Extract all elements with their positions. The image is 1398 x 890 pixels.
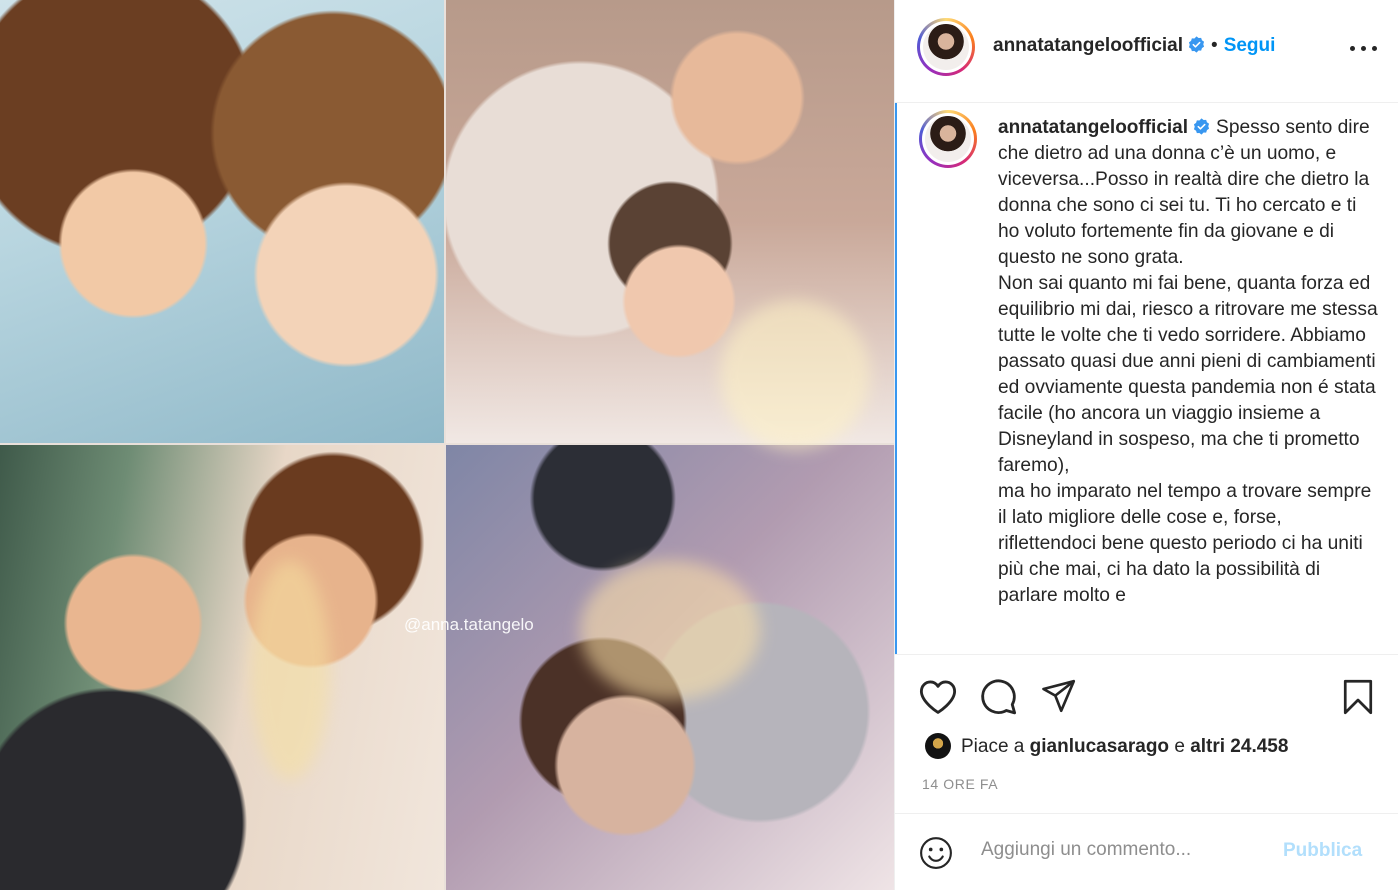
caption-paragraph: Non sai quanto mi fai bene, quanta forza… xyxy=(998,273,1378,476)
caption-area[interactable]: annatatangeloofficial Spesso sento dire c… xyxy=(895,103,1398,654)
liker-username[interactable]: gianlucasarago xyxy=(1030,736,1169,757)
publish-button[interactable]: Pubblica xyxy=(1283,840,1362,862)
share-icon[interactable] xyxy=(1041,679,1077,713)
action-bar: Piace a gianlucasarago e altri 24.458 14… xyxy=(895,654,1398,814)
verified-badge-icon xyxy=(1193,118,1210,135)
follow-button[interactable]: Segui xyxy=(1224,35,1276,56)
verified-badge-icon xyxy=(1188,36,1205,53)
post-sidebar: annatatangeloofficial • Segui annatatangel… xyxy=(894,0,1398,890)
post-image[interactable]: @anna.tatangelo xyxy=(0,0,894,890)
post-header: annatatangeloofficial • Segui xyxy=(895,0,1398,103)
likes-count[interactable]: altri 24.458 xyxy=(1190,736,1288,757)
likes-summary[interactable]: Piace a gianlucasarago e altri 24.458 xyxy=(925,733,1288,759)
caption-avatar[interactable] xyxy=(919,110,977,168)
add-comment-bar: Pubblica xyxy=(895,814,1398,890)
light-flare xyxy=(580,560,760,700)
heart-icon[interactable] xyxy=(919,679,957,715)
caption-paragraph: Spesso sento dire che dietro ad una donn… xyxy=(998,117,1370,268)
image-watermark: @anna.tatangelo xyxy=(404,615,534,634)
caption-username[interactable]: annatatangeloofficial xyxy=(998,117,1188,138)
comment-icon[interactable] xyxy=(979,678,1017,716)
caption-text: annatatangeloofficial Spesso sento dire c… xyxy=(998,115,1378,609)
header-username[interactable]: annatatangeloofficial xyxy=(993,35,1183,56)
avatar[interactable] xyxy=(917,18,975,76)
header-user-line: annatatangeloofficial • Segui xyxy=(993,35,1275,57)
likes-prefix: Piace a xyxy=(961,736,1025,757)
caption-paragraph: ma ho imparato nel tempo a trovare sempr… xyxy=(998,481,1372,606)
bookmark-icon[interactable] xyxy=(1343,679,1373,715)
emoji-icon[interactable] xyxy=(919,836,953,870)
light-flare xyxy=(720,300,870,450)
separator-dot: • xyxy=(1211,35,1218,56)
post-timestamp[interactable]: 14 ORE FA xyxy=(922,776,998,792)
more-options-icon[interactable] xyxy=(1350,38,1380,58)
light-flare xyxy=(250,560,330,780)
liker-avatar xyxy=(925,733,951,759)
likes-middle: e xyxy=(1174,736,1185,757)
collage-photo-top-left xyxy=(0,0,444,443)
comment-input[interactable] xyxy=(981,839,1281,861)
collage-photo-bottom-left xyxy=(0,445,444,890)
